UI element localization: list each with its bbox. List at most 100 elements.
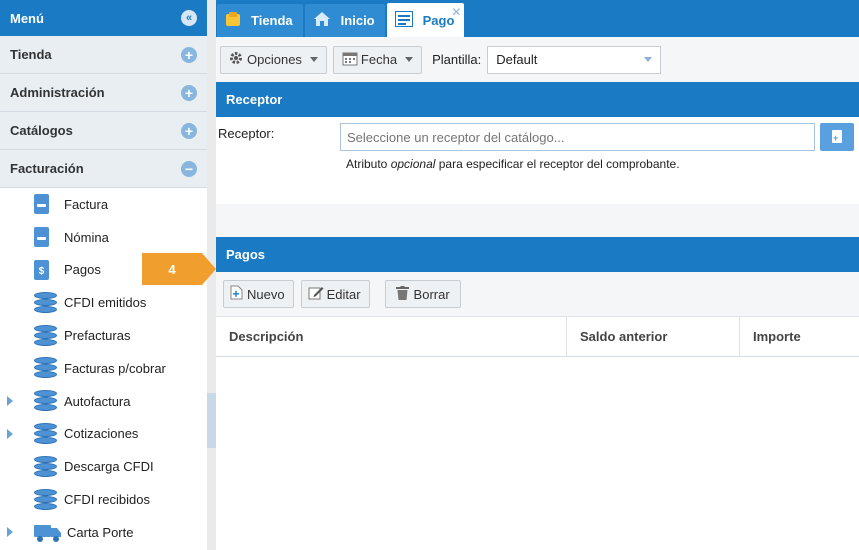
- database-icon: [34, 455, 57, 478]
- plantilla-label: Plantilla:: [432, 52, 482, 67]
- sidebar-item-label: Nómina: [64, 229, 109, 245]
- expand-arrow-icon[interactable]: [7, 527, 13, 538]
- close-icon[interactable]: ✕: [451, 5, 461, 19]
- sidebar-item-carta-porte[interactable]: Carta Porte: [0, 516, 207, 549]
- collapse-menu-icon[interactable]: «: [181, 10, 197, 26]
- column-header-descripcion[interactable]: Descripción: [216, 317, 567, 356]
- menu-header: Menú «: [0, 0, 207, 36]
- sidebar-item-factura[interactable]: Factura: [0, 188, 207, 221]
- main-panel: Tienda Inicio Pago ✕ Opciones Fecha Plan…: [216, 0, 859, 550]
- tab-pago[interactable]: Pago ✕: [386, 3, 465, 37]
- chevron-down-icon: [644, 57, 653, 62]
- form-toolbar: Opciones Fecha Plantilla: Default: [216, 37, 859, 82]
- sidebar-item-label: Cotizaciones: [64, 426, 139, 442]
- edit-icon: [308, 285, 324, 303]
- help-text-part: para especificar el receptor del comprob…: [435, 157, 680, 171]
- expand-arrow-icon[interactable]: [7, 428, 13, 439]
- section-facturacion[interactable]: Facturación −: [0, 150, 207, 188]
- step-badge: 4: [142, 253, 216, 285]
- database-icon: [34, 422, 57, 445]
- receptor-panel: Receptor: Atributo opcional para especif…: [216, 117, 859, 204]
- trash-icon: [395, 285, 409, 303]
- column-header-importe[interactable]: Importe: [740, 317, 859, 356]
- splitter-collapse-handle[interactable]: [207, 393, 216, 448]
- sidebar-item-label: Factura: [64, 196, 109, 212]
- sidebar-item-facturas-p-cobrar[interactable]: Facturas p/cobrar: [0, 352, 207, 385]
- borrar-label: Borrar: [413, 286, 450, 302]
- menu-title: Menú: [10, 10, 44, 26]
- fecha-button[interactable]: Fecha: [332, 45, 423, 74]
- plantilla-value: Default: [496, 52, 538, 67]
- sidebar-item-label: Facturas p/cobrar: [64, 360, 166, 376]
- section-label: Administración: [10, 85, 105, 100]
- sidebar-item-label: Carta Porte: [67, 524, 134, 540]
- section-catalogos[interactable]: Catálogos +: [0, 112, 207, 150]
- column-header-saldo-anterior[interactable]: Saldo anterior: [567, 317, 740, 356]
- section-label: Catálogos: [10, 123, 73, 138]
- borrar-button[interactable]: Borrar: [384, 280, 461, 308]
- editar-label: Editar: [326, 286, 361, 302]
- truck-icon: [34, 523, 62, 543]
- sidebar-item-label: Prefacturas: [64, 328, 131, 344]
- column-label: Importe: [753, 329, 801, 344]
- section-tienda[interactable]: Tienda +: [0, 36, 207, 74]
- column-label: Descripción: [229, 329, 304, 344]
- receptor-help-text: Atributo opcional para especificar el re…: [346, 157, 680, 171]
- receptor-section-header: Receptor: [216, 82, 859, 117]
- store-icon: [225, 11, 241, 30]
- help-text-part: Atributo: [346, 157, 391, 171]
- nuevo-button[interactable]: Nuevo: [223, 280, 294, 308]
- database-icon: [34, 488, 57, 511]
- plantilla-select[interactable]: Default: [487, 45, 662, 74]
- sidebar-item-autofactura[interactable]: Autofactura: [0, 385, 207, 418]
- database-icon: [34, 324, 57, 347]
- sidebar-item-label: Pagos: [64, 262, 101, 278]
- new-document-icon: [230, 285, 243, 303]
- pagos-section-header: Pagos: [216, 237, 859, 272]
- tab-inicio[interactable]: Inicio: [304, 4, 385, 37]
- expand-plus-icon[interactable]: +: [181, 122, 197, 139]
- database-icon: [34, 390, 57, 412]
- sidebar-item-cfdi-emitidos[interactable]: CFDI emitidos: [0, 286, 207, 319]
- receptor-section-title: Receptor: [226, 92, 283, 107]
- pagos-grid-body: [216, 357, 859, 550]
- tab-tienda[interactable]: Tienda: [217, 4, 303, 37]
- pagos-section-title: Pagos: [226, 247, 266, 262]
- sidebar-item-label: CFDI recibidos: [64, 492, 150, 508]
- sidebar-item-label: Descarga CFDI: [64, 459, 154, 475]
- section-label: Tienda: [10, 47, 52, 62]
- receptor-input[interactable]: [340, 123, 815, 151]
- chevron-down-icon: [405, 57, 414, 62]
- add-receptor-icon[interactable]: [820, 123, 854, 151]
- sidebar-item-nomina[interactable]: Nómina: [0, 221, 207, 254]
- tab-label: Inicio: [340, 13, 375, 28]
- expand-arrow-icon[interactable]: [7, 396, 13, 407]
- tab-label: Tienda: [251, 13, 293, 28]
- nuevo-label: Nuevo: [247, 286, 285, 302]
- sidebar-item-cfdi-recibidos[interactable]: CFDI recibidos: [0, 483, 207, 516]
- sidebar-item-descarga-cfdi[interactable]: Descarga CFDI: [0, 450, 207, 483]
- home-icon: [313, 11, 331, 30]
- expand-plus-icon[interactable]: +: [181, 46, 197, 63]
- sidebar-item-label: CFDI emitidos: [64, 295, 147, 311]
- section-administracion[interactable]: Administración +: [0, 74, 207, 112]
- help-text-emphasis: opcional: [390, 157, 436, 171]
- form-icon: [394, 10, 413, 30]
- chevron-down-icon: [309, 57, 318, 62]
- document-icon: [34, 194, 49, 215]
- database-icon: [34, 291, 57, 314]
- tab-label: Pago: [422, 12, 455, 28]
- sidebar-item-prefacturas[interactable]: Prefacturas: [0, 319, 207, 352]
- sidebar-item-cotizaciones[interactable]: Cotizaciones: [0, 418, 207, 451]
- document-icon: [34, 227, 49, 248]
- receptor-label: Receptor:: [218, 126, 275, 141]
- dollar-document-icon: $: [34, 259, 49, 280]
- database-icon: [34, 357, 57, 379]
- editar-button[interactable]: Editar: [300, 280, 370, 308]
- column-label: Saldo anterior: [580, 329, 668, 344]
- opciones-button[interactable]: Opciones: [220, 45, 327, 74]
- collapse-minus-icon[interactable]: −: [181, 160, 197, 177]
- expand-plus-icon[interactable]: +: [181, 84, 197, 101]
- pagos-grid-header: Descripción Saldo anterior Importe: [216, 317, 859, 357]
- section-label: Facturación: [10, 161, 84, 176]
